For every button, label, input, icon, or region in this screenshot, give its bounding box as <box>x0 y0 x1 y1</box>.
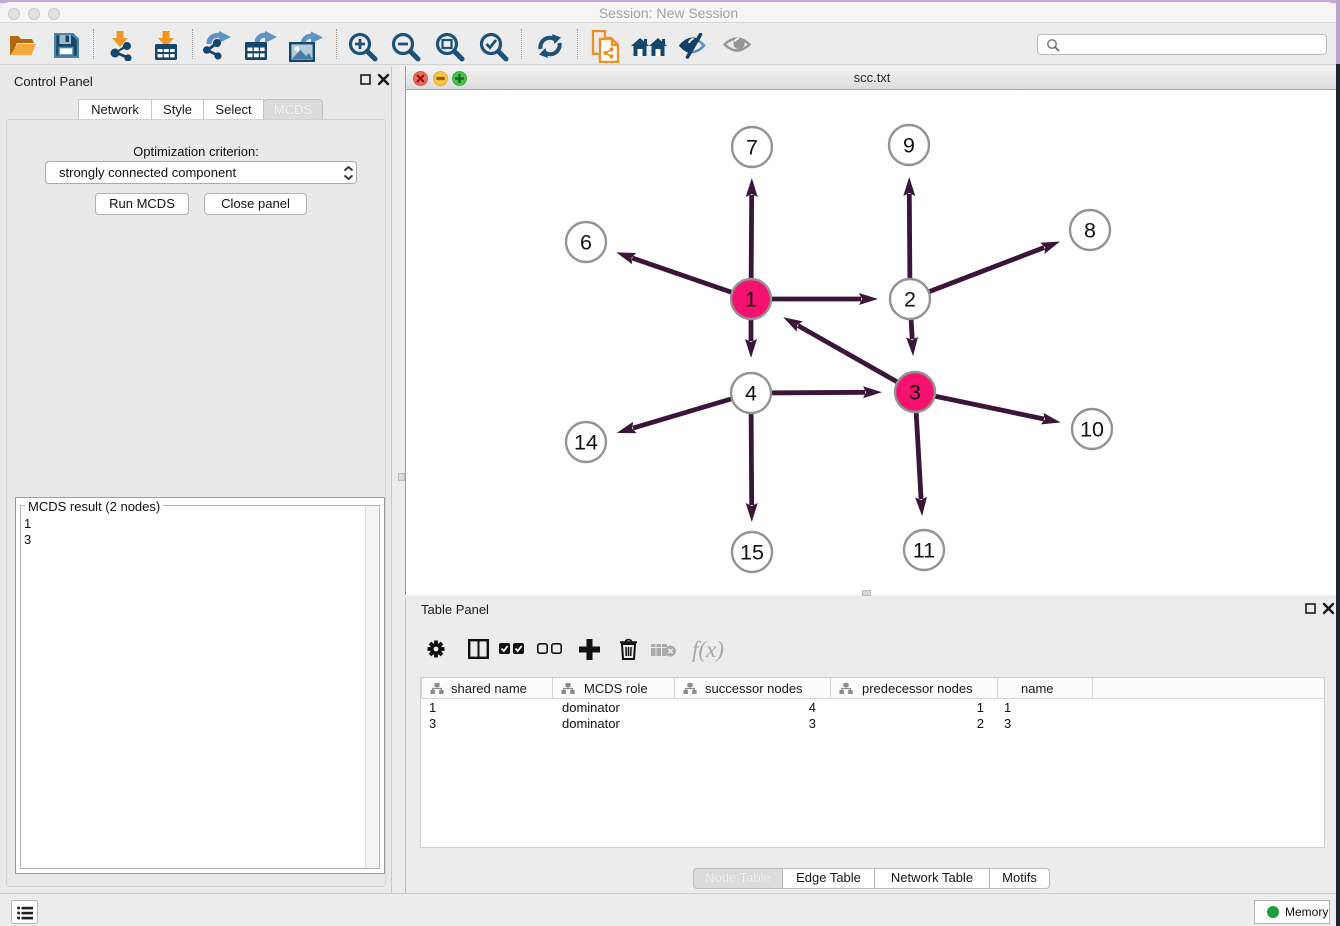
svg-text:15: 15 <box>740 541 764 565</box>
svg-text:4: 4 <box>745 382 757 406</box>
svg-text:14: 14 <box>574 431 598 455</box>
svg-text:8: 8 <box>1084 219 1096 243</box>
svg-text:9: 9 <box>903 134 915 158</box>
svg-text:11: 11 <box>913 539 935 563</box>
svg-text:2: 2 <box>904 288 916 312</box>
svg-text:10: 10 <box>1080 418 1104 442</box>
svg-text:1: 1 <box>745 288 757 312</box>
svg-text:3: 3 <box>909 381 921 405</box>
svg-text:7: 7 <box>746 136 758 160</box>
svg-text:6: 6 <box>580 231 592 255</box>
